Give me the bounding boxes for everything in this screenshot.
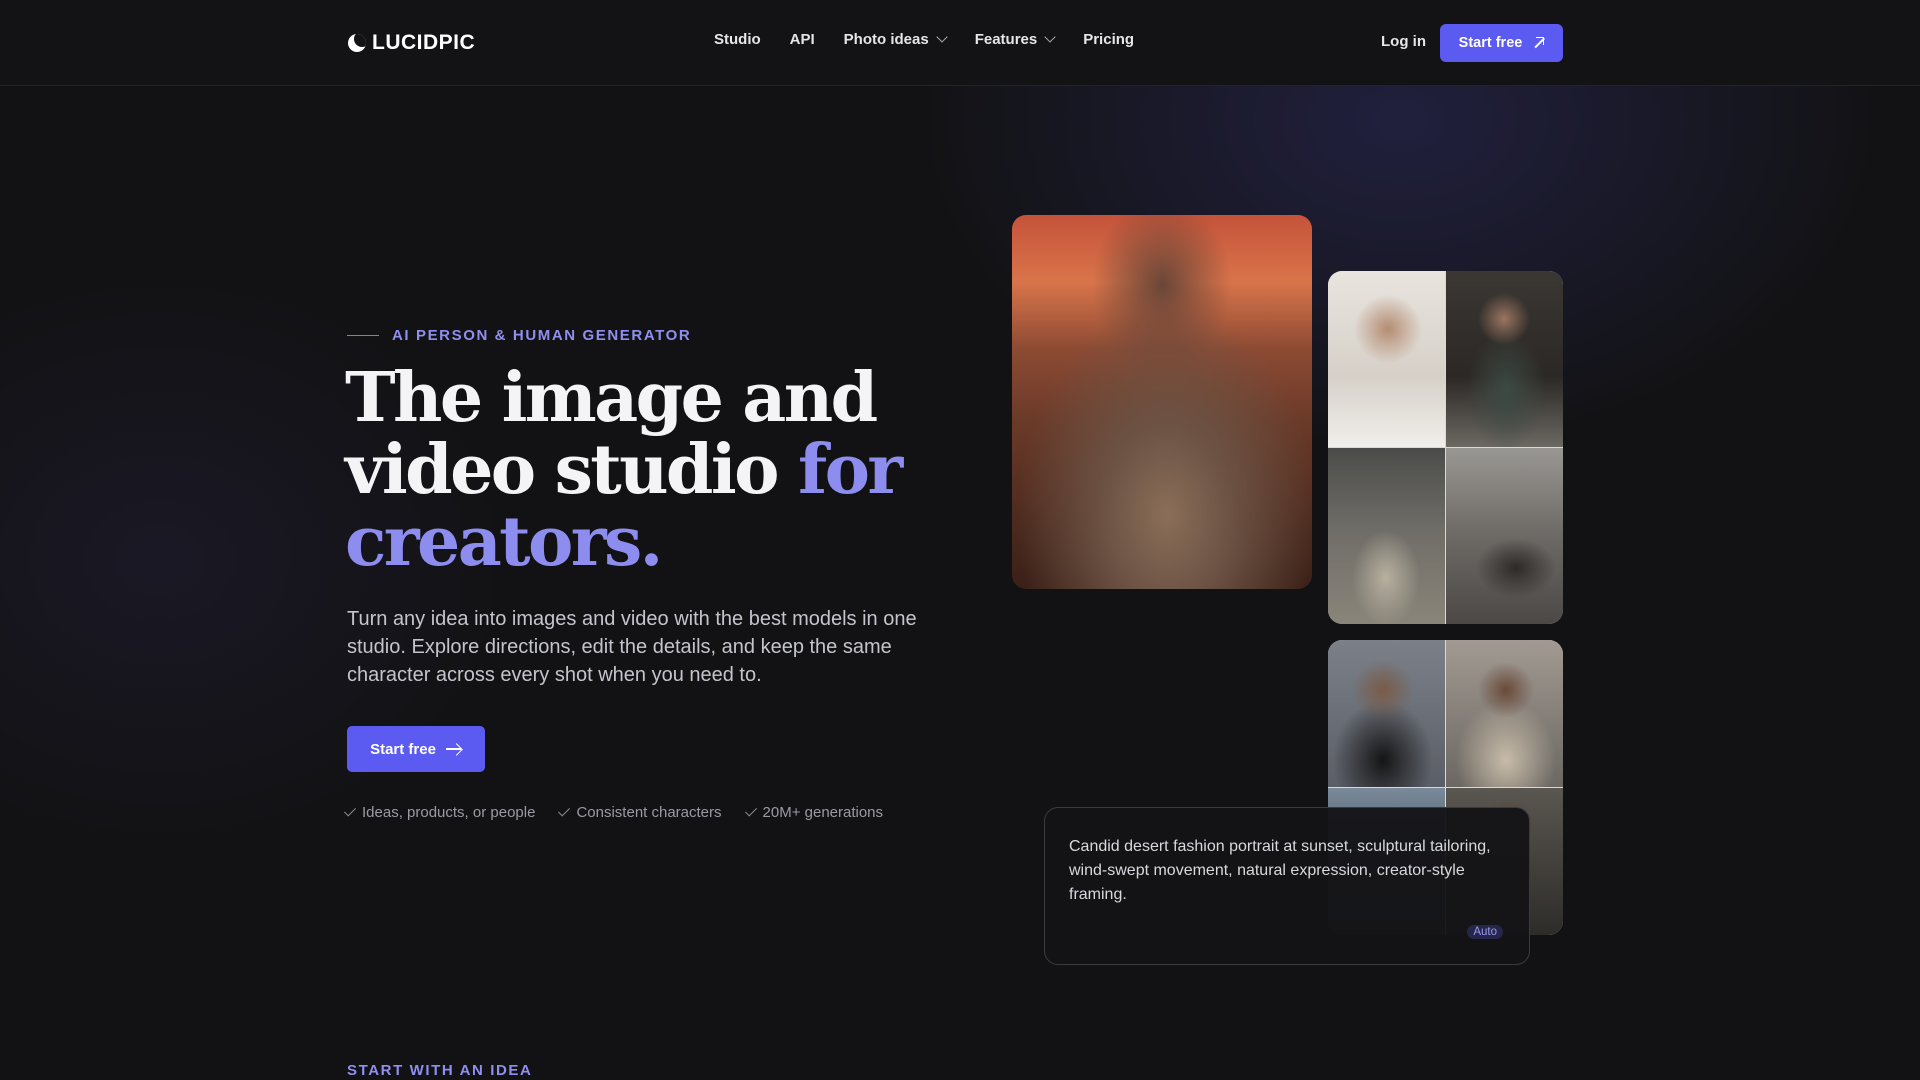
photo-grid-top bbox=[1328, 271, 1563, 624]
chevron-down-icon bbox=[936, 31, 948, 43]
grid-photo bbox=[1328, 271, 1445, 447]
prompt-text: Candid desert fashion portrait at sunset… bbox=[1069, 838, 1491, 903]
start-free-hero-button[interactable]: Start free bbox=[347, 726, 485, 772]
nav-link-label: Features bbox=[974, 31, 1038, 48]
hero-eyebrow: AI PERSON & HUMAN GENERATOR bbox=[347, 327, 691, 344]
headline-accent-for: for bbox=[797, 430, 903, 510]
nav-link-studio[interactable]: Studio bbox=[714, 31, 761, 48]
hero-checklist: Ideas, products, or people Consistent ch… bbox=[343, 804, 884, 821]
check-item: 20M+ generations bbox=[744, 804, 884, 821]
button-label: Start free bbox=[370, 740, 436, 758]
background-glow bbox=[0, 0, 1920, 1080]
auto-badge: Auto bbox=[1467, 925, 1503, 939]
check-icon bbox=[343, 804, 357, 817]
nav-link-label: Studio bbox=[714, 31, 761, 48]
headline-line-1: The image and bbox=[345, 358, 878, 438]
headline-line-2: video studio bbox=[345, 430, 798, 510]
start-free-nav-button[interactable]: Start free bbox=[1440, 24, 1563, 62]
check-item: Consistent characters bbox=[558, 804, 722, 821]
logo[interactable]: LUCIDPIC bbox=[348, 30, 475, 56]
check-label: Ideas, products, or people bbox=[362, 804, 536, 821]
grid-photo bbox=[1446, 448, 1563, 624]
eyebrow-line bbox=[347, 335, 379, 336]
headline-accent-creators: creators. bbox=[345, 502, 663, 582]
check-icon bbox=[558, 804, 571, 817]
grid-photo bbox=[1446, 271, 1563, 447]
grid-photo bbox=[1446, 640, 1563, 787]
login-link[interactable]: Log in bbox=[1381, 33, 1426, 50]
grid-photo bbox=[1328, 640, 1445, 787]
nav-link-features[interactable]: Features bbox=[974, 31, 1056, 48]
prompt-card: Candid desert fashion portrait at sunset… bbox=[1044, 807, 1530, 965]
logo-text: LUCIDPIC bbox=[372, 31, 476, 54]
check-icon bbox=[744, 804, 757, 817]
nav-link-pricing[interactable]: Pricing bbox=[1083, 31, 1134, 48]
top-nav: LUCIDPIC Studio API Photo ideas Features… bbox=[0, 0, 1920, 86]
arrow-up-right-icon bbox=[1532, 37, 1545, 49]
eyebrow-text: AI PERSON & HUMAN GENERATOR bbox=[392, 327, 692, 344]
grid-photo bbox=[1328, 448, 1445, 624]
nav-link-photo-ideas[interactable]: Photo ideas bbox=[843, 31, 948, 48]
nav-links: Studio API Photo ideas Features Pricing bbox=[714, 31, 1134, 48]
arrow-right-icon bbox=[445, 743, 462, 755]
hero-subtext: Turn any idea into images and video with… bbox=[347, 608, 917, 686]
section-label-start-with-idea: START WITH AN IDEA bbox=[347, 1062, 533, 1079]
check-item: Ideas, products, or people bbox=[343, 804, 536, 821]
button-label: Start free bbox=[1458, 35, 1523, 51]
hero-main-photo bbox=[1012, 215, 1312, 589]
moon-logo-icon bbox=[348, 34, 366, 52]
nav-link-label: API bbox=[789, 31, 815, 48]
nav-link-label: Pricing bbox=[1083, 31, 1135, 48]
nav-link-label: Photo ideas bbox=[843, 31, 929, 48]
check-label: Consistent characters bbox=[576, 804, 722, 821]
nav-link-api[interactable]: API bbox=[790, 31, 815, 48]
chevron-down-icon bbox=[1044, 31, 1056, 43]
check-label: 20M+ generations bbox=[762, 804, 884, 821]
hero-headline: The image and video studio for creators. bbox=[345, 362, 945, 578]
